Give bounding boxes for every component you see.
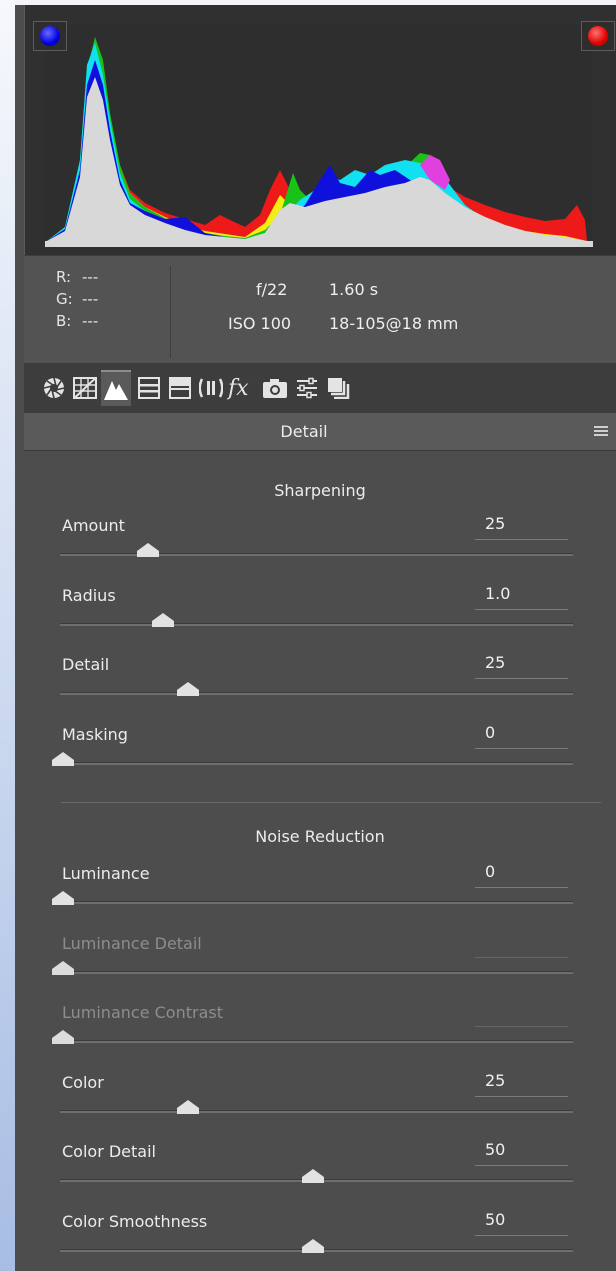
iso: ISO 100 xyxy=(228,314,292,333)
luminance-value-field[interactable]: 0 xyxy=(475,860,568,888)
readout-b: B: --- xyxy=(56,312,99,330)
tab-tone-curve[interactable] xyxy=(70,370,100,406)
detail-icon xyxy=(104,381,128,400)
histogram xyxy=(24,5,616,255)
tab-snapshots[interactable] xyxy=(323,370,353,406)
lens: 18-105@18 mm xyxy=(329,314,459,333)
highlight-clipping-icon xyxy=(588,26,608,46)
svg-text:fx: fx xyxy=(227,376,249,401)
camera-calibration-icon xyxy=(263,379,287,398)
color-slider-track[interactable] xyxy=(60,1109,573,1113)
luminance-contrast-slider-thumb xyxy=(52,1030,74,1044)
info-divider xyxy=(170,266,171,358)
detail-value-field[interactable]: 25 xyxy=(475,651,568,679)
hsl-icon xyxy=(138,377,160,399)
color-detail-label: Color Detail xyxy=(62,1142,156,1161)
amount-slider-thumb[interactable] xyxy=(137,543,159,557)
panel-tabs: fx xyxy=(24,363,616,413)
color-smoothness-label: Color Smoothness xyxy=(62,1211,208,1231)
color-value-field[interactable]: 25 xyxy=(475,1069,568,1097)
tab-effects[interactable]: fx xyxy=(227,370,257,406)
lens-corrections-icon xyxy=(199,378,223,398)
radius-slider-thumb[interactable] xyxy=(152,612,174,627)
luminance-detail-label: Luminance Detail xyxy=(62,933,202,953)
radius-slider-track[interactable] xyxy=(60,622,573,626)
sharpening-title: Sharpening xyxy=(274,481,366,500)
luminance-detail-slider-track xyxy=(60,970,573,974)
tab-split-toning[interactable] xyxy=(165,370,195,406)
panel-title: Detail xyxy=(280,422,328,441)
luminance-contrast-label: Luminance Contrast xyxy=(62,1003,223,1022)
image-info: R: --- G: --- B: --- f/22 1.60 s ISO 100 18… xyxy=(24,255,616,363)
amount-label: Amount xyxy=(62,516,125,535)
shadow-clipping-icon xyxy=(40,26,60,46)
shadow-clipping-toggle[interactable] xyxy=(33,21,67,51)
readout-r: R: --- xyxy=(56,268,99,286)
tab-presets[interactable] xyxy=(292,370,322,406)
masking-label: Masking xyxy=(62,724,128,744)
effects-icon: fx xyxy=(227,376,249,401)
luminance-contrast-value-field xyxy=(475,999,568,1027)
luminance-detail-value-field xyxy=(475,930,568,958)
camera-raw-panel: R: --- G: --- B: --- f/22 1.60 s ISO 100 18… xyxy=(15,5,616,1271)
masking-value-field[interactable]: 0 xyxy=(475,721,568,749)
shutter-speed: 1.60 s xyxy=(329,280,379,299)
detail-slider-thumb[interactable] xyxy=(177,682,199,696)
tab-hsl[interactable] xyxy=(134,370,164,406)
tab-detail[interactable] xyxy=(101,370,131,406)
split-toning-icon xyxy=(169,377,191,399)
highlight-clipping-toggle[interactable] xyxy=(581,21,615,51)
presets-icon xyxy=(297,377,317,399)
histogram-graph xyxy=(45,25,593,247)
color-slider-thumb[interactable] xyxy=(177,1099,199,1114)
noise-reduction-title: Noise Reduction xyxy=(255,827,385,846)
masking-slider-track[interactable] xyxy=(60,761,573,765)
color-detail-value-field[interactable]: 50 xyxy=(475,1138,568,1166)
panel-menu-icon[interactable] xyxy=(594,426,608,438)
color-smoothness-slider-thumb[interactable] xyxy=(302,1238,324,1253)
color-label: Color xyxy=(62,1072,104,1092)
luminance-label: Luminance xyxy=(62,864,150,883)
tab-lens-corrections[interactable] xyxy=(196,370,226,406)
radius-label: Radius xyxy=(62,585,116,605)
color-detail-slider-thumb[interactable] xyxy=(302,1169,324,1183)
detail-slider-track[interactable] xyxy=(60,692,573,695)
panel-header: Detail xyxy=(24,413,616,451)
luminance-detail-slider-thumb xyxy=(52,960,74,975)
window-edge xyxy=(0,0,15,1271)
tab-basic[interactable] xyxy=(39,370,69,406)
readout-g: G: --- xyxy=(56,290,99,308)
section-divider xyxy=(61,802,601,803)
tone-curve-icon xyxy=(73,377,97,399)
color-smoothness-value-field[interactable]: 50 xyxy=(475,1208,568,1236)
luminance-contrast-slider-track xyxy=(60,1040,573,1043)
detail-label: Detail xyxy=(62,655,110,674)
snapshots-icon xyxy=(328,378,350,399)
luminance-slider-thumb[interactable] xyxy=(52,891,74,905)
radius-value-field[interactable]: 1.0 xyxy=(475,582,568,610)
aperture: f/22 xyxy=(256,280,288,299)
masking-slider-thumb[interactable] xyxy=(52,751,74,766)
luminance-slider-track[interactable] xyxy=(60,901,573,904)
amount-value-field[interactable]: 25 xyxy=(475,512,568,540)
tab-camera-calibration[interactable] xyxy=(260,370,290,406)
basic-icon xyxy=(43,377,65,399)
